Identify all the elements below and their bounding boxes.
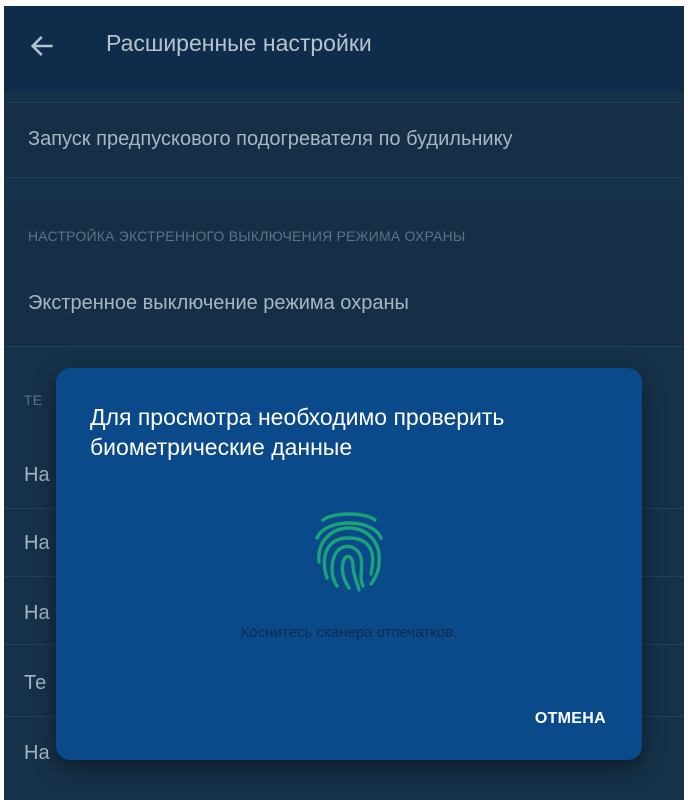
list-item[interactable]: На	[24, 742, 50, 765]
divider	[4, 177, 684, 178]
divider	[4, 346, 684, 347]
fingerprint-icon	[315, 512, 383, 592]
app-bar: Расширенные настройки	[4, 6, 684, 92]
biometric-dialog: Для просмотра необходимо проверить биоме…	[56, 368, 642, 760]
section-header: НАСТРОЙКА ЭКСТРЕННОГО ВЫКЛЮЧЕНИЯ РЕЖИМА …	[28, 228, 466, 244]
page-title: Расширенные настройки	[106, 30, 372, 56]
list-item[interactable]: На	[24, 602, 50, 625]
list-item-label: Запуск предпускового подогревателя по бу…	[28, 128, 513, 150]
cancel-button[interactable]: ОТМЕНА	[535, 710, 606, 728]
list-item[interactable]: Те	[24, 672, 46, 695]
list-item-preheater[interactable]: Запуск предпускового подогревателя по бу…	[4, 103, 684, 177]
settings-screen: Расширенные настройки Запуск предпусково…	[4, 6, 684, 800]
list-item[interactable]: На	[24, 464, 50, 487]
list-item[interactable]: На	[24, 532, 50, 555]
arrow-left-icon[interactable]	[28, 32, 56, 60]
section-header: ТЕ	[24, 392, 43, 408]
emergency-section: НАСТРОЙКА ЭКСТРЕННОГО ВЫКЛЮЧЕНИЯ РЕЖИМА …	[4, 204, 684, 346]
dialog-hint: Коснитесь сканера отпечатков.	[240, 624, 458, 641]
dialog-title: Для просмотра необходимо проверить биоме…	[90, 404, 505, 460]
emergency-disable-item[interactable]: Экстренное выключение режима охраны	[28, 292, 409, 315]
